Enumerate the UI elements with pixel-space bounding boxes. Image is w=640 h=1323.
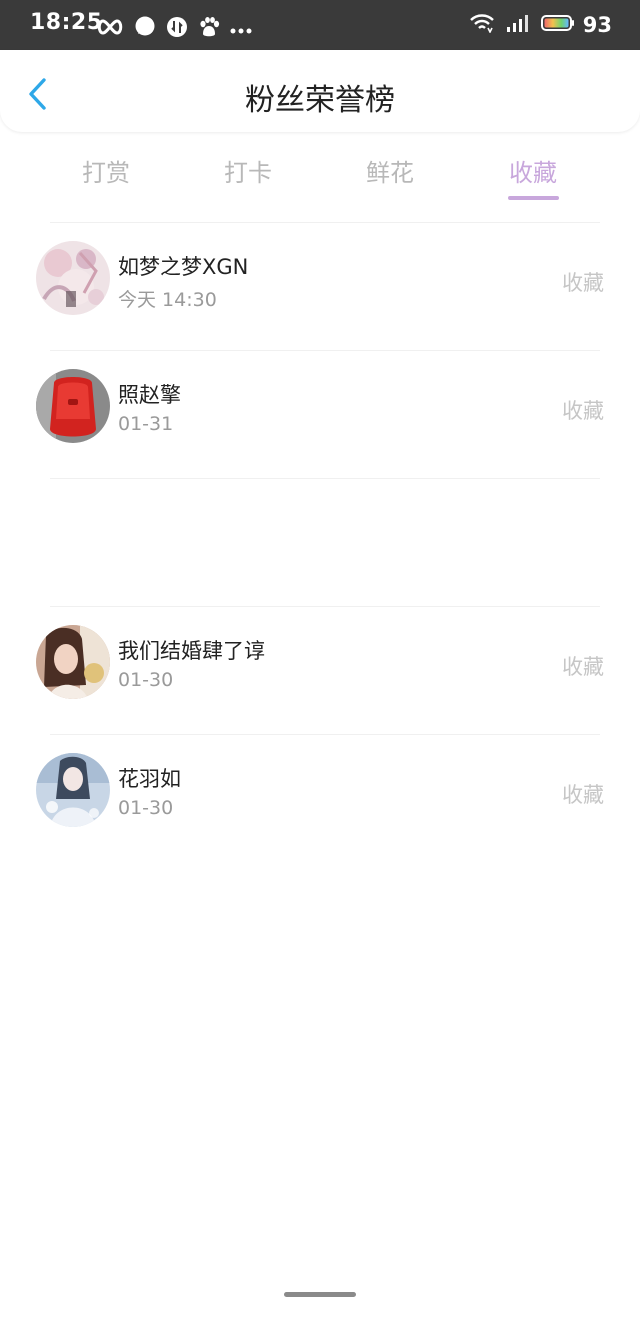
tab-flowers[interactable]: 鲜花 [319,153,461,188]
status-icons-right: 93 [459,13,612,37]
tab-favorites[interactable]: 收藏 [462,153,604,188]
list-item-name: 花羽如 [118,767,181,791]
more-dots-icon [230,20,252,39]
list-item-date: 01-31 [118,413,174,435]
status-icons-left [96,16,262,42]
tab-reward[interactable]: 打赏 [35,153,177,188]
list-item-action: 收藏 [562,655,604,679]
home-indicator[interactable] [284,1292,356,1297]
list-item[interactable]: 花羽如 01-30 收藏 [0,735,640,863]
avatar [36,241,110,315]
list-item-date: 01-30 [118,797,174,819]
tab-checkin[interactable]: 打卡 [177,153,319,188]
list-item-date: 01-30 [118,669,174,691]
list-item-action: 收藏 [562,271,604,295]
list-item-name: 照赵擎 [118,383,181,407]
battery-icon [540,14,575,36]
list-item-date: 今天 14:30 [118,289,217,311]
page-title: 粉丝荣誉榜 [245,83,395,118]
wifi-icon [469,13,495,37]
avatar [36,753,110,827]
signal-icon [505,13,531,37]
infinity-icon [96,18,124,40]
page-header: 粉丝荣誉榜 [0,50,640,132]
tab-active-indicator [508,196,559,200]
battery-level: 93 [582,13,612,37]
list-item[interactable]: 如梦之梦XGN 今天 14:30 收藏 [0,223,640,351]
list-item[interactable]: 我们结婚肆了谆 01-30 收藏 [0,607,640,735]
chat-bubble-icon [134,16,156,42]
list-item-action: 收藏 [562,783,604,807]
avatar [36,625,110,699]
tab-bar: 打赏 打卡 鲜花 收藏 [0,140,640,220]
status-bar: 18:25 93 [0,0,640,50]
status-time: 18:25 [30,10,103,35]
list-item[interactable]: 照赵擎 01-31 收藏 [0,351,640,479]
avatar [36,369,110,443]
list-item-name: 我们结婚肆了谆 [118,639,265,663]
list-divider [50,478,600,479]
swap-icon [166,16,188,42]
baidu-paw-icon [198,16,220,42]
list-item-name: 如梦之梦XGN [118,255,249,279]
list-item-action: 收藏 [562,399,604,423]
